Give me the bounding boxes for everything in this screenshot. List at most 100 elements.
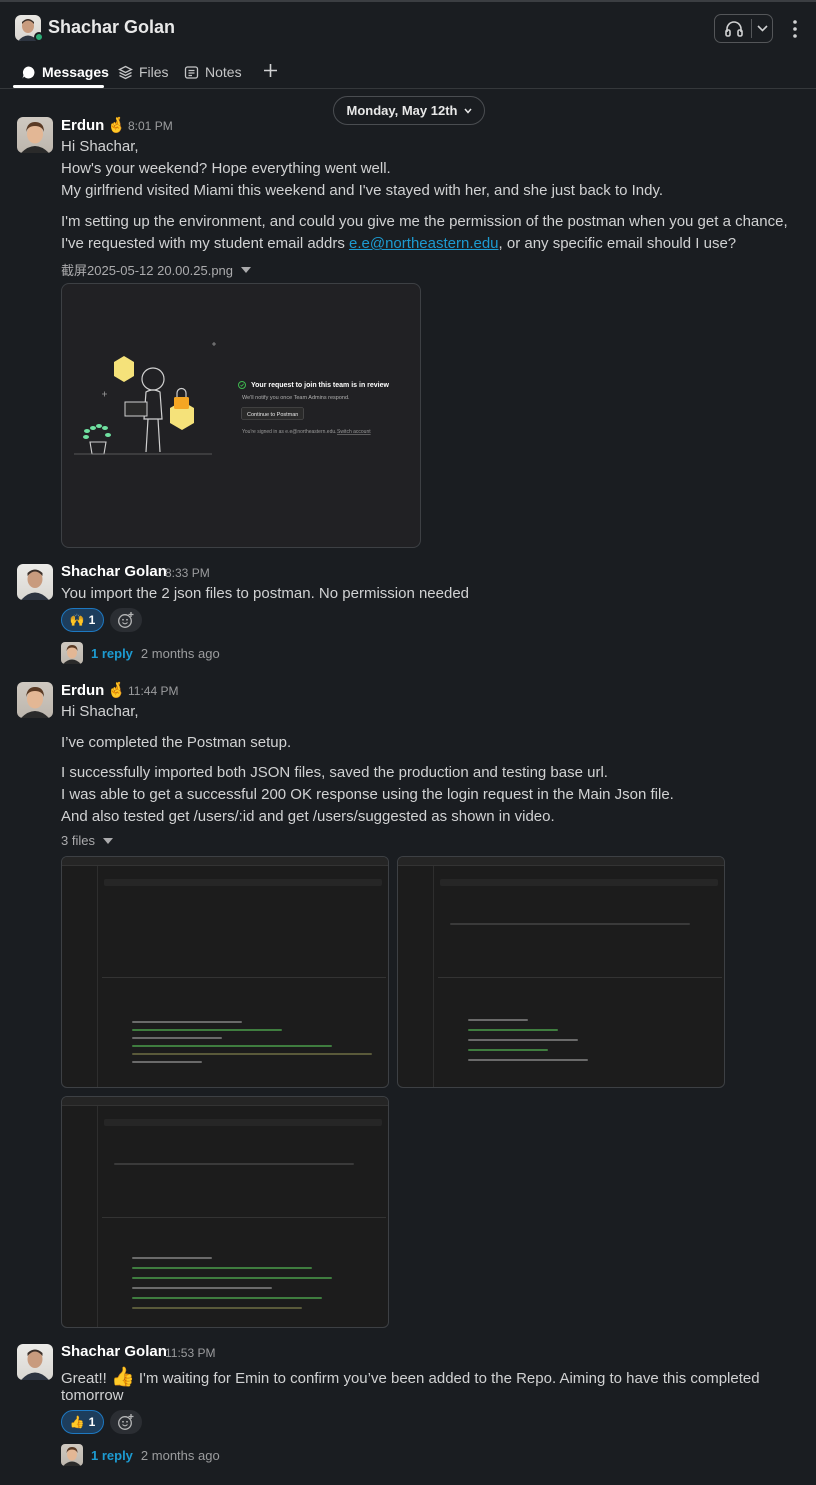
- message-text-line: My girlfriend visited Miami this weekend…: [61, 182, 664, 199]
- message-text-line: I'm setting up the environment, and coul…: [61, 213, 788, 230]
- thread-summary[interactable]: 1 reply 2 months ago: [61, 641, 220, 665]
- video-thumbnail[interactable]: [61, 856, 389, 1088]
- channel-tabs: Messages Files Notes: [0, 54, 816, 89]
- reply-count-link[interactable]: 1 reply: [91, 1448, 133, 1463]
- reply-count-link[interactable]: 1 reply: [91, 646, 133, 661]
- message-text-line: Hi Shachar,: [61, 703, 139, 720]
- more-options-icon[interactable]: [786, 17, 804, 41]
- message-text-line: How's your weekend? Hope everything went…: [61, 160, 391, 177]
- avatar[interactable]: [17, 1344, 53, 1380]
- thumbnail-code-line: [468, 1029, 558, 1031]
- thumbnail-toolbar: [398, 857, 724, 866]
- thumbnail-divider: [102, 976, 386, 978]
- reaction-emoji: 👍: [69, 1415, 85, 1429]
- review-title: Your request to join this team is in rev…: [251, 382, 390, 389]
- chat-bubble-icon: [22, 66, 35, 78]
- author-name[interactable]: Erdun: [61, 682, 104, 699]
- message-text-line: And also tested get /users/:id and get /…: [61, 808, 555, 825]
- thumbnail-code-line: [468, 1059, 588, 1061]
- tab-files[interactable]: Files: [118, 62, 169, 82]
- message-text-line: I’ve completed the Postman setup.: [61, 734, 292, 751]
- author-name[interactable]: Erdun: [61, 117, 104, 134]
- video-thumbnail[interactable]: [397, 856, 725, 1088]
- tab-label: Files: [139, 64, 169, 80]
- add-reaction-icon: [118, 612, 134, 628]
- switch-account-link: Switch account: [337, 429, 371, 435]
- reaction-button[interactable]: 👍 1: [61, 1410, 104, 1434]
- notes-icon: [184, 65, 199, 79]
- message-timestamp[interactable]: 11:44 PM: [128, 684, 178, 698]
- review-footer: You're signed in as e.e@northeastern.edu…: [242, 429, 337, 435]
- video-thumbnail[interactable]: [61, 1096, 389, 1328]
- add-reaction-button[interactable]: [110, 608, 142, 632]
- add-tab-icon[interactable]: [263, 63, 278, 78]
- thumbnail-toolbar: [62, 857, 388, 866]
- message-author[interactable]: Shachar Golan: [61, 1343, 167, 1360]
- reaction-button[interactable]: 🙌 1: [61, 608, 104, 632]
- add-reaction-button[interactable]: [110, 1410, 142, 1434]
- reaction-count: 1: [88, 1415, 96, 1429]
- layers-icon: [118, 65, 133, 79]
- huddle-button[interactable]: [714, 14, 773, 43]
- avatar[interactable]: [17, 682, 53, 718]
- reaction-emoji: 🙌: [69, 613, 85, 627]
- status-emoji: 🤞: [107, 682, 127, 699]
- thumbnail-urlbar: [104, 879, 382, 886]
- message-author[interactable]: Erdun 🤞: [61, 681, 126, 699]
- message-timestamp[interactable]: 8:33 PM: [165, 566, 210, 580]
- channel-header: Shachar Golan: [0, 2, 816, 54]
- thumbnail-toolbar: [62, 1097, 388, 1106]
- thumbnail-code-line: [468, 1019, 528, 1021]
- message-text-line: Great!! 👍 I'm waiting for Emin to confir…: [61, 1365, 760, 1389]
- message-text-line: Hi Shachar,: [61, 138, 139, 155]
- chevron-down-icon[interactable]: [757, 24, 768, 33]
- email-link[interactable]: e.e@northeastern.edu: [349, 235, 499, 252]
- date-label: Monday, May 12th: [346, 103, 458, 118]
- message-timestamp[interactable]: 8:01 PM: [128, 119, 173, 133]
- thumbnail-code-line: [132, 1297, 322, 1299]
- page-title[interactable]: Shachar Golan: [48, 17, 175, 38]
- continue-button-label: Continue to Postman: [247, 412, 298, 418]
- attachment-label[interactable]: 截屏2025-05-12 20.00.25.png: [61, 260, 252, 279]
- message-text-line: I've requested with my student email add…: [61, 235, 736, 252]
- avatar[interactable]: [17, 564, 53, 600]
- thumbnail-urlbar: [440, 879, 718, 886]
- last-reply-time: 2 months ago: [140, 645, 220, 661]
- message-author[interactable]: Shachar Golan: [61, 563, 167, 580]
- thumbnail-code-line: [132, 1037, 222, 1039]
- thumbnail-divider: [438, 976, 722, 978]
- message-text-line: You import the 2 json files to postman. …: [61, 585, 470, 602]
- thumbnail-sidebar: [62, 866, 98, 1087]
- chevron-down-icon[interactable]: [241, 266, 252, 273]
- tab-notes[interactable]: Notes: [184, 62, 242, 82]
- last-reply-time: 2 months ago: [140, 1447, 220, 1463]
- date-divider-button[interactable]: Monday, May 12th: [333, 96, 485, 125]
- thumbnail-code-line: [114, 1163, 354, 1165]
- thread-summary[interactable]: 1 reply 2 months ago: [61, 1443, 220, 1467]
- chevron-down-icon: [463, 108, 472, 114]
- thumbnail-code-line: [132, 1287, 272, 1289]
- text-fragment: , or any specific email should I use?: [498, 235, 737, 252]
- tab-messages[interactable]: Messages: [21, 62, 109, 82]
- message-timestamp[interactable]: 11:53 PM: [165, 1346, 215, 1360]
- thumbnail-code-line: [132, 1277, 332, 1279]
- message-text-line: tomorrow: [61, 1387, 124, 1404]
- text-fragment: I've requested with my student email add…: [61, 235, 350, 252]
- reaction-count: 1: [88, 613, 96, 627]
- inline-emoji: 👍: [111, 1367, 135, 1388]
- reply-avatar: [61, 642, 83, 664]
- files-count: 3 files: [61, 833, 95, 848]
- message-author[interactable]: Erdun 🤞: [61, 116, 126, 134]
- avatar[interactable]: [17, 117, 53, 153]
- tab-label: Messages: [42, 64, 109, 80]
- thumbnail-sidebar: [398, 866, 434, 1087]
- text-fragment: I'm waiting for Emin to confirm you’ve b…: [134, 1370, 760, 1387]
- headphones-icon: [725, 21, 743, 37]
- image-attachment[interactable]: Your request to join this team is in rev…: [61, 283, 421, 548]
- button-divider: [751, 19, 752, 38]
- chevron-down-icon[interactable]: [102, 837, 113, 844]
- files-label[interactable]: 3 files: [61, 833, 113, 848]
- thumbnail-code-line: [132, 1267, 312, 1269]
- thumbnail-code-line: [450, 923, 690, 925]
- presence-dot: [34, 32, 44, 42]
